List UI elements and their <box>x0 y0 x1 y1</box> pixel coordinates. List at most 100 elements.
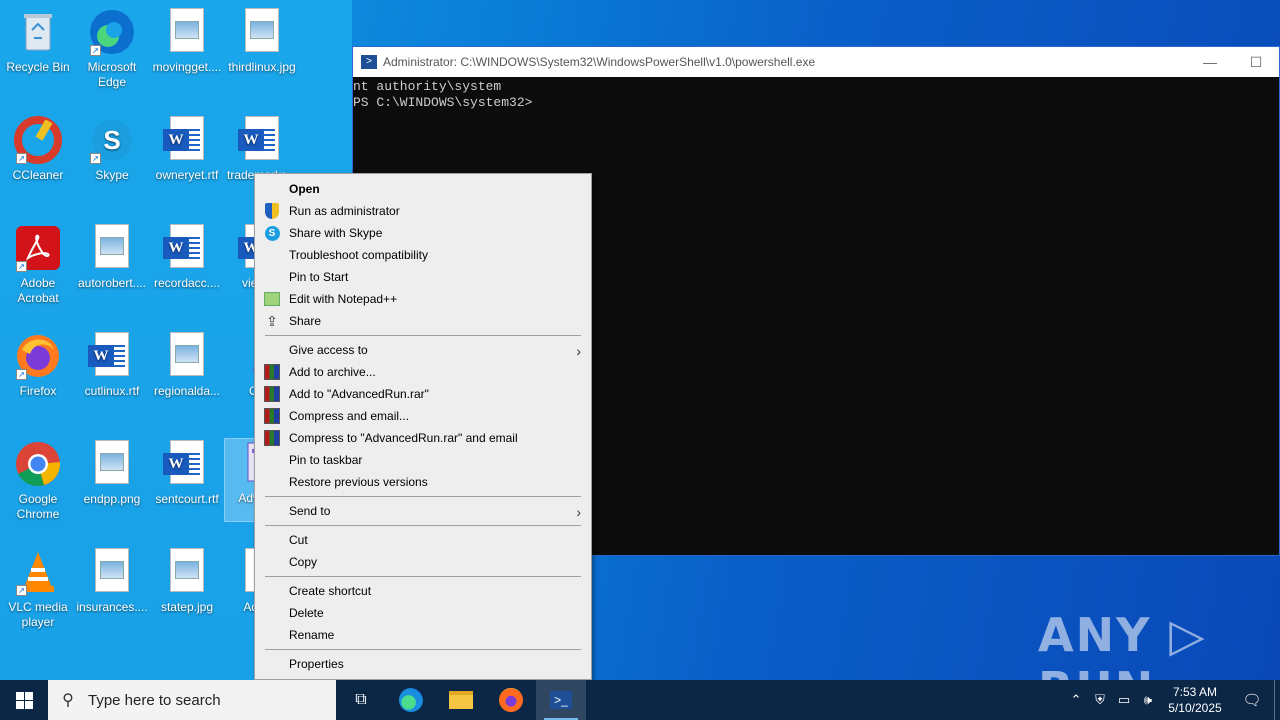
taskbar-file-explorer-button[interactable] <box>436 680 486 720</box>
clock[interactable]: 7:53 AM 5/10/2025 <box>1160 684 1230 716</box>
security-icon[interactable]: ⛨ <box>1088 692 1112 708</box>
image-file-icon <box>238 8 286 56</box>
menu-item-add-to-archive[interactable]: Add to archive... <box>255 361 591 383</box>
menu-item-share-with-skype[interactable]: S Share with Skype <box>255 222 591 244</box>
menu-item-cut[interactable]: Cut <box>255 529 591 551</box>
menu-item-properties[interactable]: Properties <box>255 653 591 675</box>
menu-separator <box>265 649 581 650</box>
image-file-icon <box>88 440 136 488</box>
folder-icon <box>449 691 473 709</box>
shortcut-arrow-icon: ↗ <box>90 153 101 164</box>
chevron-right-icon: › <box>576 504 581 520</box>
menu-item-pin-to-start[interactable]: Pin to Start <box>255 266 591 288</box>
shortcut-arrow-icon: ↗ <box>16 585 27 596</box>
image-file-icon <box>163 548 211 596</box>
desktop-icon-ccleaner[interactable]: ↗ CCleaner <box>0 116 76 183</box>
menu-item-pin-to-taskbar[interactable]: Pin to taskbar <box>255 449 591 471</box>
menu-separator <box>265 576 581 577</box>
menu-item-rename[interactable]: Rename <box>255 624 591 646</box>
chevron-up-icon[interactable]: ⌃ <box>1064 692 1088 708</box>
acrobat-icon: ↗ <box>14 224 62 272</box>
vlc-icon: ↗ <box>14 548 62 596</box>
desktop-icon-insurances[interactable]: insurances.... <box>74 548 150 615</box>
console-prompt: PS C:\WINDOWS\system32> <box>353 95 533 110</box>
desktop-icon-statep[interactable]: statep.jpg <box>149 548 225 615</box>
taskbar-search-box[interactable]: ⚲ Type here to search <box>48 680 336 720</box>
desktop-icon-recordacc[interactable]: W recordacc.... <box>149 224 225 291</box>
menu-item-delete[interactable]: Delete <box>255 602 591 624</box>
console-output[interactable]: nt authority\system PS C:\WINDOWS\system3… <box>353 77 1279 111</box>
edge-icon: ↗ <box>88 8 136 56</box>
search-icon: ⚲ <box>62 692 74 709</box>
windows-logo-icon <box>15 691 33 709</box>
menu-item-edit-with-notepadpp[interactable]: Edit with Notepad++ <box>255 288 591 310</box>
clock-date: 5/10/2025 <box>1168 701 1222 715</box>
menu-item-troubleshoot-compatibility[interactable]: Troubleshoot compatibility <box>255 244 591 266</box>
menu-separator <box>265 335 581 336</box>
desktop-icon-movingget[interactable]: movingget.... <box>149 8 225 75</box>
menu-item-give-access-to[interactable]: Give access to › <box>255 339 591 361</box>
word-document-icon: W <box>163 116 211 164</box>
window-title: Administrator: C:\WINDOWS\System32\Windo… <box>383 55 816 69</box>
winrar-icon <box>264 364 280 380</box>
desktop-icon-owneryet[interactable]: W owneryet.rtf <box>149 116 225 183</box>
desktop-icon-microsoft-edge[interactable]: ↗ Microsoft Edge <box>74 8 150 90</box>
taskbar-powershell-button[interactable]: >_ <box>536 680 586 720</box>
task-view-icon: ⧉ <box>355 691 367 708</box>
desktop-icon-adobe-acrobat[interactable]: ↗ Adobe Acrobat <box>0 224 76 306</box>
desktop-icon-google-chrome[interactable]: Google Chrome <box>0 440 76 522</box>
minimize-button[interactable]: — <box>1187 54 1233 70</box>
start-button[interactable] <box>0 680 48 720</box>
winrar-icon <box>264 408 280 424</box>
system-tray: ⌃ ⛨ ▭ 🕪 7:53 AM 5/10/2025 🗨 <box>1064 680 1280 720</box>
menu-item-run-as-administrator[interactable]: Run as administrator <box>255 200 591 222</box>
menu-item-open[interactable]: Open <box>255 178 591 200</box>
menu-separator <box>265 496 581 497</box>
shortcut-arrow-icon: ↗ <box>16 153 27 164</box>
show-desktop-button[interactable] <box>1274 680 1280 720</box>
shortcut-arrow-icon: ↗ <box>16 369 27 380</box>
clock-time: 7:53 AM <box>1172 685 1218 699</box>
desktop-icon-recycle-bin[interactable]: Recycle Bin <box>0 8 76 75</box>
notification-center-icon[interactable]: 🗨 <box>1230 691 1274 709</box>
desktop-icon-cutlinux[interactable]: W cutlinux.rtf <box>74 332 150 399</box>
desktop-icon-skype[interactable]: S ↗ Skype <box>74 116 150 183</box>
menu-item-compress-to-rar-and-email[interactable]: Compress to "AdvancedRun.rar" and email <box>255 427 591 449</box>
firefox-icon <box>499 688 523 712</box>
desktop-icon-vlc[interactable]: ↗ VLC media player <box>0 548 76 630</box>
menu-item-create-shortcut[interactable]: Create shortcut <box>255 580 591 602</box>
search-placeholder: Type here to search <box>88 691 221 709</box>
menu-item-send-to[interactable]: Send to › <box>255 500 591 522</box>
desktop-icon-firefox[interactable]: ↗ Firefox <box>0 332 76 399</box>
recycle-bin-icon <box>14 8 62 56</box>
desktop-icon-regionalda[interactable]: regionalda... <box>149 332 225 399</box>
context-menu[interactable]: Open Run as administrator S Share with Sk… <box>254 173 592 680</box>
desktop-icon-thirdlinux[interactable]: thirdlinux.jpg <box>224 8 300 75</box>
menu-item-copy[interactable]: Copy <box>255 551 591 573</box>
shortcut-arrow-icon: ↗ <box>16 261 27 272</box>
image-file-icon <box>88 548 136 596</box>
menu-item-share[interactable]: ⇪ Share <box>255 310 591 332</box>
menu-item-restore-previous-versions[interactable]: Restore previous versions <box>255 471 591 493</box>
image-file-icon <box>88 224 136 272</box>
desktop-icon-endpp[interactable]: endpp.png <box>74 440 150 507</box>
menu-item-compress-and-email[interactable]: Compress and email... <box>255 405 591 427</box>
word-document-icon: W <box>163 440 211 488</box>
edge-icon <box>399 688 423 712</box>
network-icon[interactable]: ▭ <box>1112 692 1136 708</box>
taskbar-firefox-button[interactable] <box>486 680 536 720</box>
desktop-icon-autorobert[interactable]: autorobert.... <box>74 224 150 291</box>
shield-icon <box>265 203 279 219</box>
maximize-button[interactable]: ☐ <box>1233 54 1279 71</box>
word-document-icon: W <box>238 116 286 164</box>
task-view-button[interactable]: ⧉ <box>336 680 386 720</box>
desktop-icon-sentcourt[interactable]: W sentcourt.rtf <box>149 440 225 507</box>
powershell-titlebar[interactable]: > Administrator: C:\WINDOWS\System32\Win… <box>353 47 1279 77</box>
powershell-icon: >_ <box>550 691 572 709</box>
taskbar-edge-button[interactable] <box>386 680 436 720</box>
chevron-right-icon: › <box>576 343 581 359</box>
menu-item-add-to-advancedrun-rar[interactable]: Add to "AdvancedRun.rar" <box>255 383 591 405</box>
volume-icon[interactable]: 🕪 <box>1136 692 1160 708</box>
skype-icon: S ↗ <box>88 116 136 164</box>
notepadpp-icon <box>264 292 280 306</box>
